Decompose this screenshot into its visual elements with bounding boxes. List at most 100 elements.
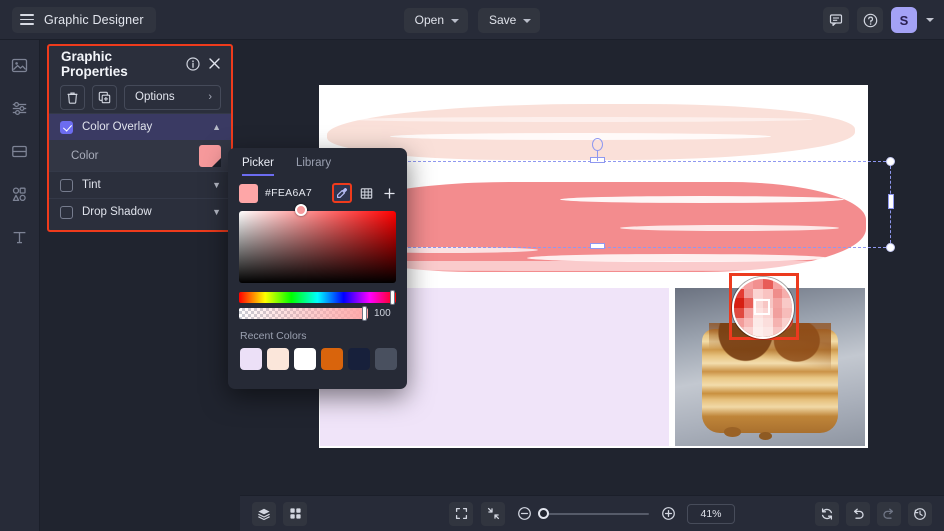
help-circle-icon (863, 13, 877, 27)
row-color-overlay[interactable]: Color Overlay ▲ (49, 113, 231, 140)
picker-tabs: Picker Library (228, 148, 407, 176)
zoom-level-field[interactable]: 41% (687, 503, 735, 524)
fit-screen-icon (455, 507, 467, 520)
hex-value[interactable]: #FEA6A7 (265, 187, 312, 199)
alpha-value[interactable]: 100 (374, 308, 396, 319)
avatar[interactable]: S (891, 7, 917, 33)
photo-syrup-drop (724, 427, 742, 437)
tab-picker[interactable]: Picker (242, 157, 274, 176)
options-button[interactable]: Options › (124, 84, 221, 110)
chevron-down-icon[interactable]: ▼ (212, 180, 221, 190)
redo-button[interactable] (877, 501, 901, 526)
shapes-icon (12, 186, 26, 201)
open-button[interactable]: Open (403, 7, 468, 33)
row-drop-shadow[interactable]: Drop Shadow ▼ (49, 198, 231, 225)
comment-button[interactable] (823, 7, 849, 33)
selection-handle-top-right[interactable] (886, 157, 895, 166)
fit-screen-button[interactable] (449, 501, 473, 526)
recent-color-swatch[interactable] (348, 348, 370, 370)
eyedropper-button[interactable] (332, 183, 352, 203)
panel-header: Graphic Properties (49, 46, 231, 81)
undo-button[interactable] (846, 501, 870, 526)
selection-handle-bottom-right[interactable] (886, 243, 895, 252)
selection-handle-bottom-middle[interactable] (590, 243, 605, 249)
plus-icon (383, 187, 395, 199)
grid-view-button[interactable] (283, 501, 307, 526)
rotate-stem (597, 150, 598, 161)
drop-shadow-checkbox[interactable] (60, 205, 73, 219)
saturation-value-handle[interactable] (295, 204, 307, 216)
avatar-chevron-down-icon[interactable] (926, 18, 934, 22)
row-tint[interactable]: Tint ▼ (49, 171, 231, 198)
saturation-value-area[interactable] (239, 204, 396, 283)
magnifier-pixel (743, 288, 754, 299)
refresh-icon (821, 507, 833, 520)
magnifier-pixel (763, 279, 773, 289)
panel-toolbar: Options › (49, 81, 231, 113)
comment-icon (829, 14, 843, 26)
duplicate-button[interactable] (92, 84, 117, 110)
history-icon (914, 507, 926, 520)
alpha-slider-thumb[interactable] (362, 306, 367, 321)
close-icon[interactable] (208, 57, 221, 70)
color-overlay-checkbox[interactable] (60, 120, 73, 134)
zoom-slider[interactable] (538, 507, 649, 519)
grid-view-icon (289, 508, 301, 519)
magnifier-pixel (772, 308, 783, 318)
tab-library[interactable]: Library (296, 157, 331, 176)
history-button[interactable] (908, 501, 932, 526)
graphic-properties-panel: Graphic Properties Options › Color Overl… (47, 44, 233, 232)
current-color-swatch[interactable] (239, 183, 258, 203)
brand-menu-button[interactable]: Graphic Designer (12, 6, 156, 33)
sidebar-item-shapes[interactable] (7, 181, 33, 207)
layers-icon (258, 508, 270, 520)
zoom-out-icon (517, 507, 531, 520)
chevron-down-icon (451, 18, 459, 23)
recent-color-swatch[interactable] (294, 348, 316, 370)
hamburger-icon[interactable] (20, 14, 34, 25)
recent-color-swatch[interactable] (375, 348, 397, 370)
sidebar-item-adjustments[interactable] (7, 95, 33, 121)
save-button[interactable]: Save (478, 7, 541, 33)
chevron-down-icon[interactable]: ▼ (212, 207, 221, 217)
chevron-up-icon[interactable]: ▲ (212, 122, 221, 132)
hue-slider-thumb[interactable] (390, 290, 395, 305)
sidebar-item-layouts[interactable] (7, 138, 33, 164)
info-circle-icon[interactable] (186, 56, 200, 71)
rotate-handle[interactable] (592, 138, 603, 151)
help-button[interactable] (857, 7, 883, 33)
zoom-out-button[interactable] (513, 503, 535, 525)
layers-button[interactable] (252, 501, 276, 526)
eyedropper-icon (337, 188, 347, 198)
alpha-slider[interactable] (239, 306, 368, 321)
recent-color-swatch[interactable] (240, 348, 262, 370)
open-button-label: Open (414, 13, 444, 27)
magnifier-pixel (753, 327, 763, 337)
selection-handle-right-middle[interactable] (888, 194, 894, 209)
collapse-button[interactable] (481, 501, 505, 526)
avatar-initial: S (899, 12, 909, 28)
hue-slider[interactable] (239, 290, 396, 305)
bottom-bar: 41% (240, 495, 944, 531)
refresh-button[interactable] (815, 501, 839, 526)
row-color[interactable]: Color (49, 140, 231, 171)
delete-button[interactable] (60, 84, 85, 110)
recent-color-swatch[interactable] (267, 348, 289, 370)
palette-grid-button[interactable] (357, 184, 375, 202)
sidebar-item-images[interactable] (7, 52, 33, 78)
magnifier-pixel (753, 317, 763, 328)
magnifier-pixel (763, 288, 773, 299)
save-button-label: Save (489, 13, 517, 27)
zoom-in-button[interactable] (657, 503, 679, 525)
add-color-button[interactable] (380, 184, 398, 202)
top-bar: Graphic Designer Open Save S (0, 0, 944, 40)
tint-checkbox[interactable] (60, 178, 73, 192)
sidebar-item-text[interactable] (7, 224, 33, 250)
recent-color-swatch[interactable] (321, 348, 343, 370)
chevron-right-icon: › (208, 91, 212, 103)
alpha-row: 100 (239, 306, 396, 321)
picker-tools (332, 183, 398, 203)
color-swatch-button[interactable] (199, 144, 221, 167)
text-icon (13, 231, 26, 243)
zoom-slider-knob[interactable] (538, 507, 549, 519)
